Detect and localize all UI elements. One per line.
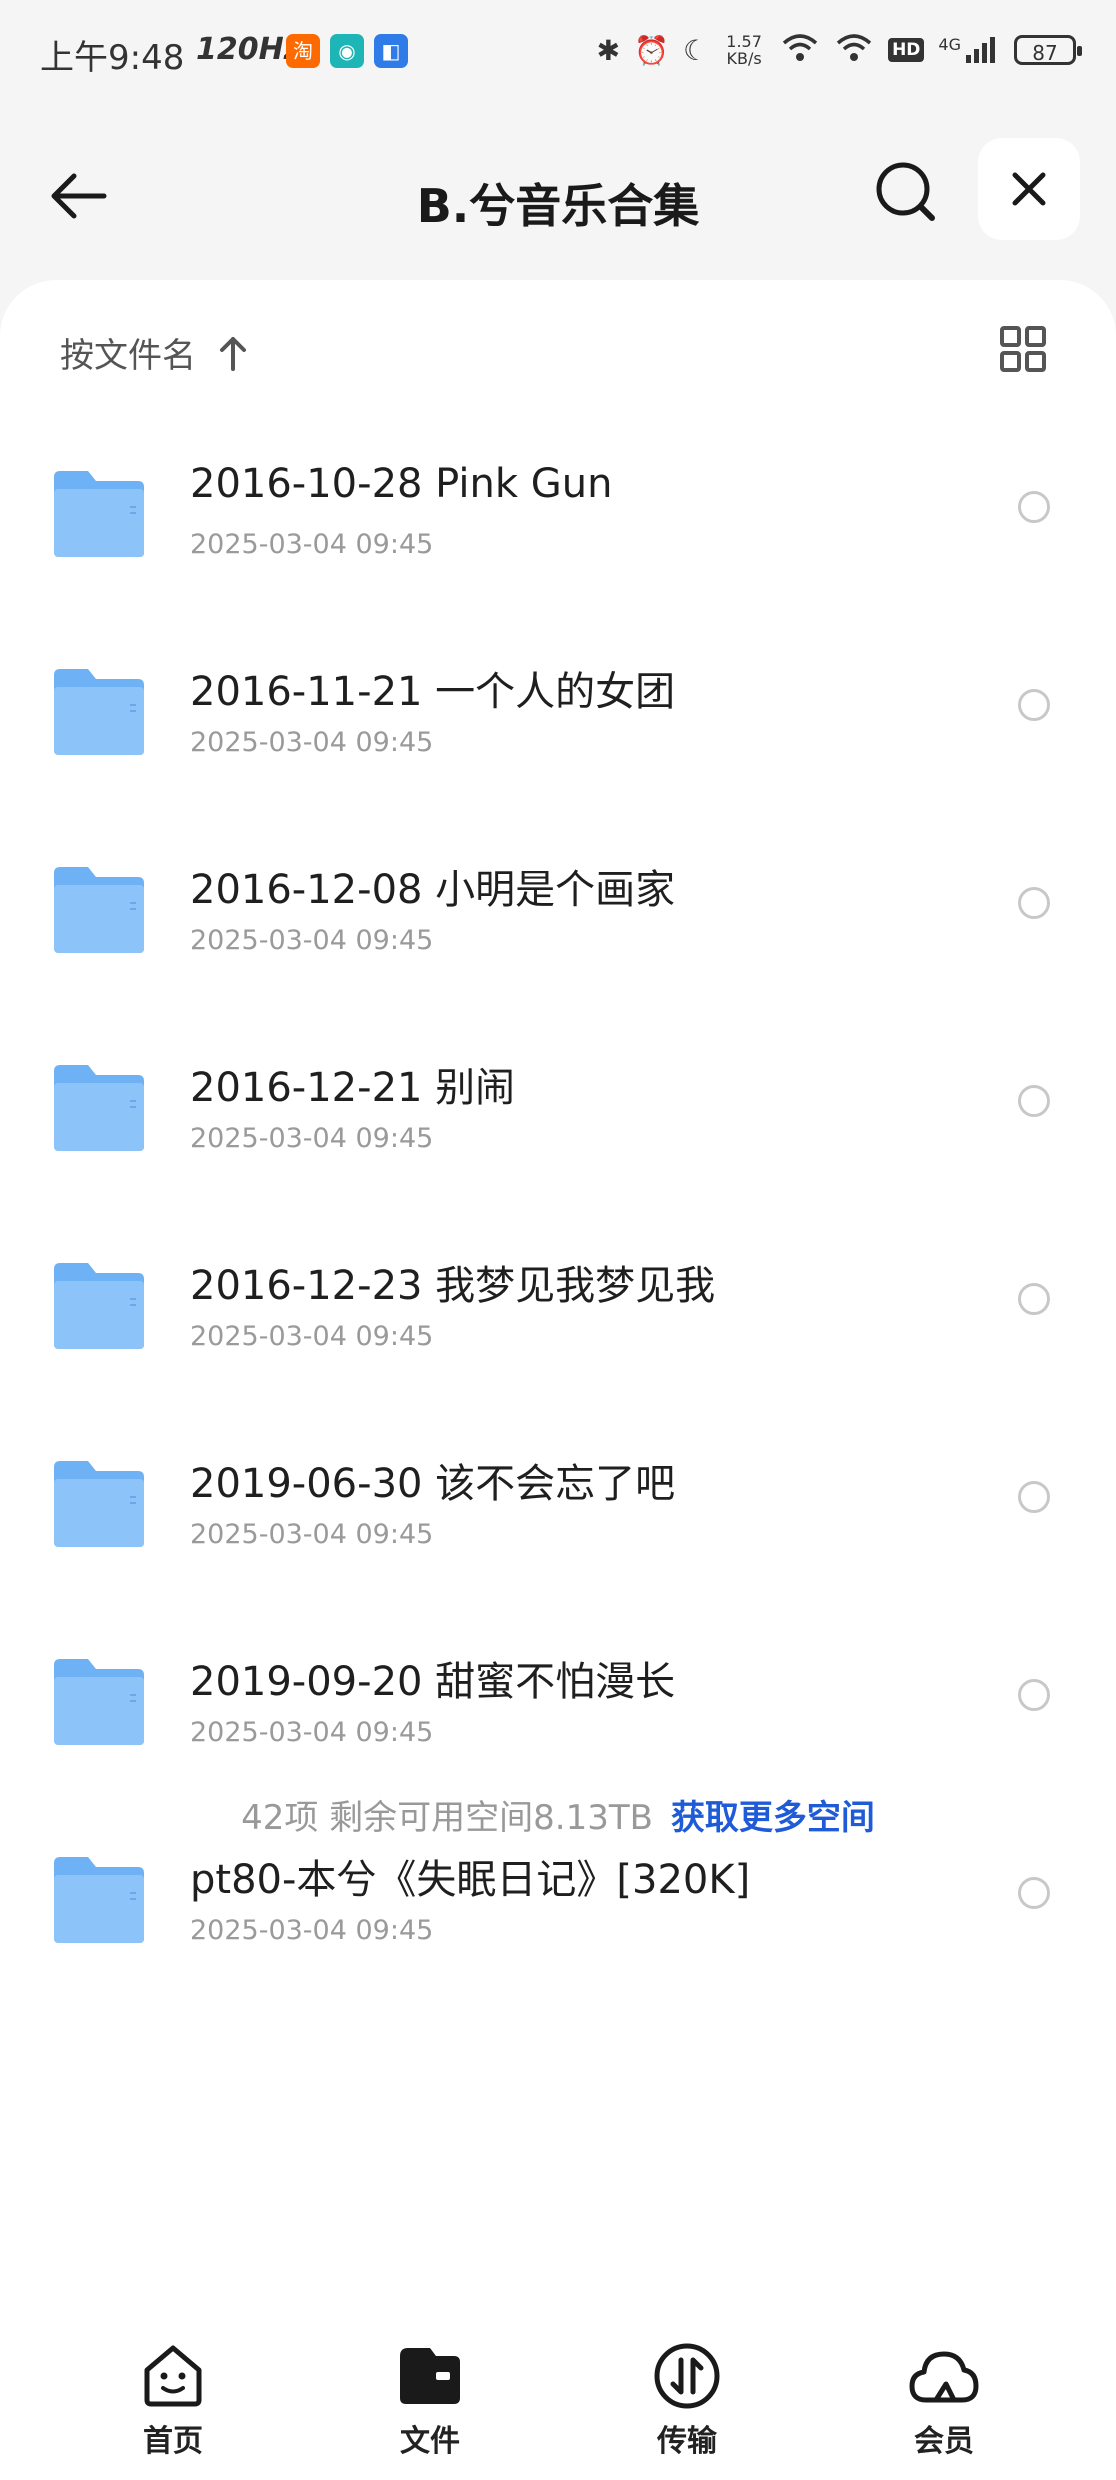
- select-radio[interactable]: [1018, 1085, 1050, 1117]
- file-name: 2019-06-30 该不会忘了吧: [190, 1461, 676, 1507]
- file-date: 2025-03-04 09:45: [190, 1123, 434, 1154]
- grid-icon: [1000, 326, 1046, 372]
- file-name: 2016-12-21 别闹: [190, 1065, 516, 1111]
- list-item[interactable]: 2016-12-23 我梦见我梦见我 2025-03-04 09:45: [0, 1217, 1116, 1415]
- signal-icon: 4G: [938, 35, 1000, 65]
- file-date: 2025-03-04 09:45: [190, 1519, 434, 1550]
- tab-vip-label: 会员: [914, 2424, 974, 2459]
- select-radio[interactable]: [1018, 1679, 1050, 1711]
- list-item[interactable]: 2016-10-28 Pink Gun 2025-03-04 09:45: [0, 425, 1116, 623]
- status-indicators: ✱ ⏰ ☾ 1.57 KB/s HD 4G 87: [596, 28, 1082, 72]
- file-name: 2016-12-23 我梦见我梦见我: [190, 1263, 716, 1309]
- app-icon-teal: ◉: [330, 34, 364, 68]
- list-item[interactable]: 2019-09-20 甜蜜不怕漫长 2025-03-04 09:45: [0, 1613, 1116, 1811]
- top-bar: B.兮音乐合集: [0, 110, 1116, 270]
- file-date: 2025-03-04 09:45: [190, 1717, 434, 1748]
- taobao-icon: 淘: [286, 34, 320, 68]
- app-icon-blue: ◧: [374, 34, 408, 68]
- file-name: pt80-本兮《失眠日记》[320K]: [190, 1857, 751, 1903]
- network-type: 4G: [938, 35, 961, 54]
- file-name: 2016-12-08 小明是个画家: [190, 867, 676, 913]
- page-title: B.兮音乐合集: [416, 179, 700, 233]
- storage-footer: 42项 剩余可用空间8.13TB 获取更多空间: [0, 1790, 1116, 1839]
- battery-icon: 87: [1014, 35, 1082, 65]
- file-date: 2025-03-04 09:45: [190, 1321, 434, 1352]
- list-item[interactable]: 2016-12-21 别闹 2025-03-04 09:45: [0, 1019, 1116, 1217]
- select-radio[interactable]: [1018, 1283, 1050, 1315]
- bluetooth-icon: ✱: [596, 33, 621, 67]
- folder-icon: [54, 867, 144, 953]
- hd-icon: HD: [888, 38, 925, 62]
- search-button[interactable]: [870, 156, 942, 228]
- select-radio[interactable]: [1018, 1481, 1050, 1513]
- select-radio[interactable]: [1018, 887, 1050, 919]
- file-date: 2025-03-04 09:45: [190, 727, 434, 758]
- file-list: 2016-10-28 Pink Gun 2025-03-04 09:45 201…: [0, 425, 1116, 2009]
- cloud-icon: [909, 2351, 979, 2403]
- folder-icon: [54, 1263, 144, 1349]
- status-time: 上午9:48: [40, 38, 185, 78]
- select-radio[interactable]: [1018, 491, 1050, 523]
- wifi-icon-2: [834, 31, 874, 70]
- close-icon: [1012, 172, 1046, 206]
- select-radio[interactable]: [1018, 1877, 1050, 1909]
- wifi-icon: [780, 31, 820, 70]
- tab-transfer-label: 传输: [657, 2424, 717, 2459]
- net-speed: 1.57 KB/s: [726, 32, 762, 68]
- list-item[interactable]: 2016-11-21 一个人的女团 2025-03-04 09:45: [0, 623, 1116, 821]
- tab-home-label: 首页: [143, 2424, 203, 2459]
- list-item[interactable]: 2016-12-08 小明是个画家 2025-03-04 09:45: [0, 821, 1116, 1019]
- file-name: 2016-11-21 一个人的女团: [190, 669, 676, 715]
- list-item[interactable]: 2019-06-30 该不会忘了吧 2025-03-04 09:45: [0, 1415, 1116, 1613]
- arrow-up-icon: [220, 336, 246, 371]
- sort-label: 按文件名: [60, 336, 196, 376]
- status-bar: 上午9:48 120Hz 淘 ◉ ◧ ✱ ⏰ ☾ 1.57 KB/s HD 4G…: [0, 0, 1116, 100]
- tab-home[interactable]: 首页: [93, 2340, 253, 2460]
- tab-files[interactable]: 文件: [350, 2340, 510, 2460]
- folder-icon: [54, 1065, 144, 1151]
- moon-icon: ☾: [682, 33, 709, 67]
- file-name: 2019-09-20 甜蜜不怕漫长: [190, 1659, 676, 1705]
- file-name: 2016-10-28 Pink Gun: [190, 461, 613, 507]
- list-item[interactable]: pt80-本兮《失眠日记》[320K] 2025-03-04 09:45: [0, 1811, 1116, 2009]
- folder-icon: [54, 1659, 144, 1745]
- tab-files-label: 文件: [400, 2424, 460, 2459]
- transfer-icon: [654, 2343, 720, 2409]
- sort-control[interactable]: 按文件名: [60, 328, 248, 377]
- folder-icon: [54, 471, 144, 557]
- bottom-tab-bar: 首页 文件 传输 会员: [0, 2320, 1116, 2480]
- select-radio[interactable]: [1018, 689, 1050, 721]
- folder-wallet-icon: [400, 2348, 460, 2404]
- folder-icon: [54, 1461, 144, 1547]
- file-date: 2025-03-04 09:45: [190, 1915, 434, 1946]
- folder-icon: [54, 1857, 144, 1943]
- file-date: 2025-03-04 09:45: [190, 529, 434, 560]
- search-icon: [876, 162, 935, 221]
- home-smile-icon: [144, 2345, 202, 2407]
- close-button[interactable]: [978, 138, 1080, 240]
- file-date: 2025-03-04 09:45: [190, 925, 434, 956]
- folder-icon: [54, 669, 144, 755]
- file-sheet: 按文件名 2016-10-28 Pink Gun 2025-03-04 09:4…: [0, 280, 1116, 2480]
- tab-vip[interactable]: 会员: [864, 2340, 1024, 2460]
- storage-info: 42项 剩余可用空间8.13TB: [241, 1798, 653, 1838]
- tab-transfer[interactable]: 传输: [607, 2340, 767, 2460]
- alarm-icon: ⏰: [634, 33, 669, 67]
- get-more-space-link[interactable]: 获取更多空间: [671, 1798, 875, 1838]
- grid-view-button[interactable]: [998, 324, 1048, 374]
